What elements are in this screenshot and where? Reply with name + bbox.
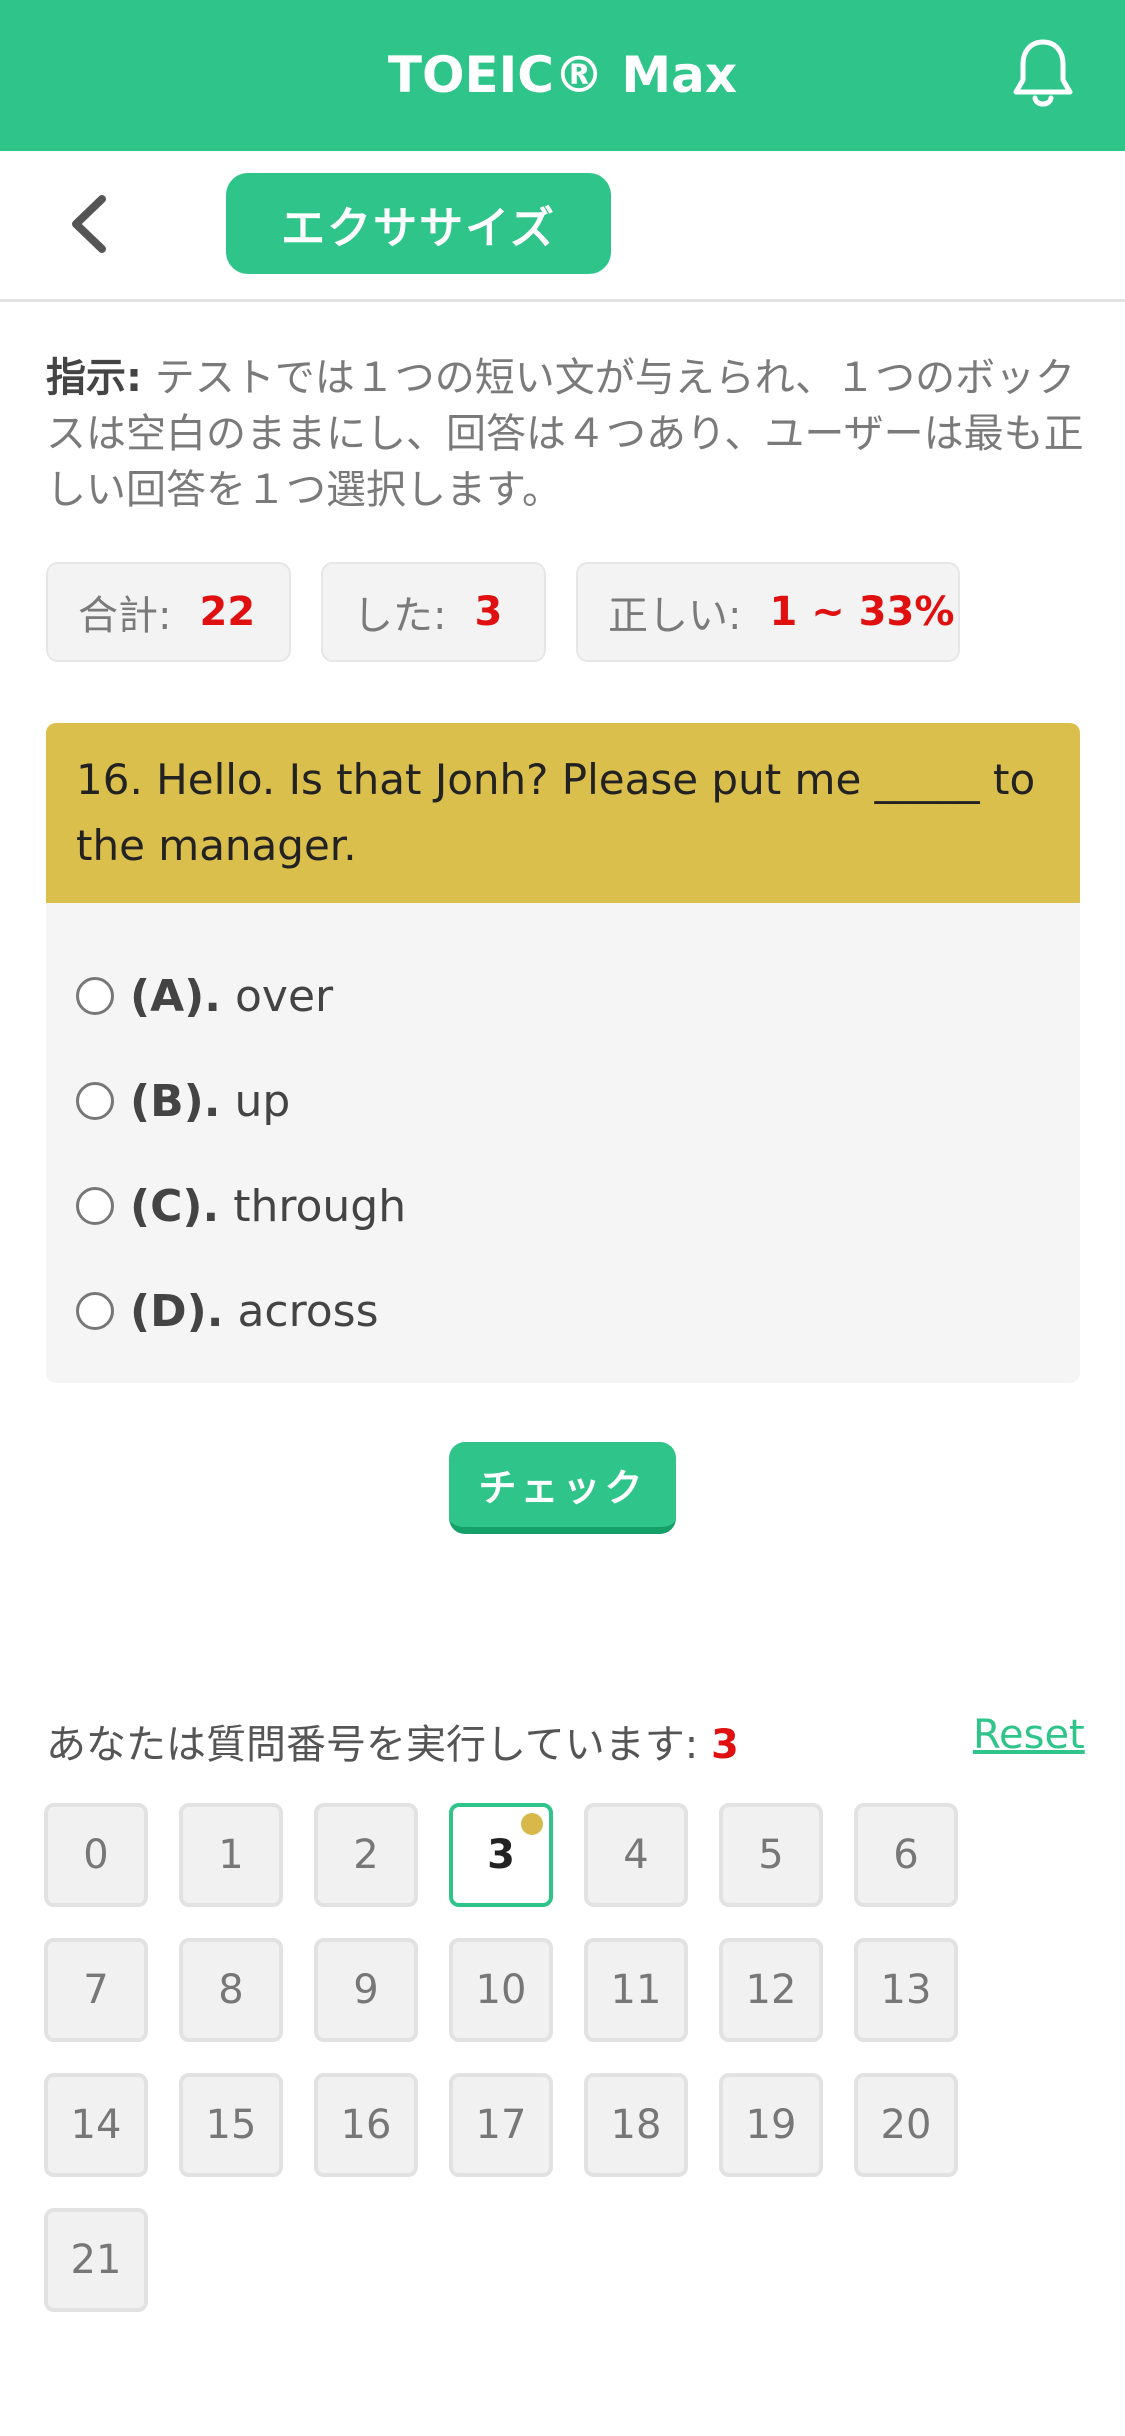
- question-number-label: 11: [610, 1967, 662, 2013]
- question-number-button[interactable]: 4: [584, 1803, 688, 1907]
- option-c[interactable]: (C). through: [76, 1171, 406, 1241]
- question-number-label: 19: [745, 2102, 797, 2148]
- question-number-label: 16: [340, 2102, 392, 2148]
- stat-done-label: した:: [353, 593, 447, 639]
- question-number-label: 15: [205, 2102, 257, 2148]
- question-number-label: 13: [880, 1967, 932, 2013]
- question-card: 16. Hello. Is that Jonh? Please put me _…: [46, 723, 1080, 1383]
- radio-button[interactable]: [76, 1187, 114, 1225]
- question-number-button[interactable]: 19: [719, 2073, 823, 2177]
- progress-line: あなたは質問番号を実行しています: 3: [46, 1712, 739, 1770]
- question-number-label: 20: [880, 2102, 932, 2148]
- option-a[interactable]: (A). over: [76, 961, 333, 1031]
- question-number-label: 12: [745, 1967, 797, 2013]
- radio-button[interactable]: [76, 1292, 114, 1330]
- option-letter: (C).: [130, 1180, 220, 1232]
- question-number-button[interactable]: 9: [314, 1938, 418, 2042]
- question-number-button[interactable]: 18: [584, 2073, 688, 2177]
- stat-correct-value: 1 ~ 33%: [769, 589, 955, 635]
- option-letter: (B).: [130, 1075, 221, 1127]
- stat-total-label: 合計:: [78, 593, 172, 639]
- radio-button[interactable]: [76, 1082, 114, 1120]
- question-number-label: 8: [218, 1967, 244, 2013]
- question-number-button[interactable]: 6: [854, 1803, 958, 1907]
- stat-correct-label: 正しい:: [608, 593, 742, 639]
- question-number-button[interactable]: 11: [584, 1938, 688, 2042]
- question-number-button[interactable]: 12: [719, 1938, 823, 2042]
- question-number-label: 0: [83, 1832, 109, 1878]
- option-text: over: [235, 970, 334, 1022]
- question-number-button[interactable]: 7: [44, 1938, 148, 2042]
- option-b[interactable]: (B). up: [76, 1066, 290, 1136]
- question-number-label: 2: [353, 1832, 379, 1878]
- question-number-label: 3: [487, 1832, 515, 1878]
- instruction-label: 指示:: [46, 355, 142, 401]
- instruction-body: テストでは１つの短い文が与えられ、１つのボックスは空白のままにし、回答は４つあり…: [46, 355, 1084, 513]
- tab-exercise[interactable]: エクササイズ: [226, 173, 611, 274]
- bell-icon[interactable]: [1010, 36, 1076, 112]
- option-text: through: [233, 1180, 407, 1232]
- question-number-button[interactable]: 10: [449, 1938, 553, 2042]
- question-number-button[interactable]: 8: [179, 1938, 283, 2042]
- question-number-button[interactable]: 3: [449, 1803, 553, 1907]
- question-number-label: 5: [758, 1832, 784, 1878]
- question-number-label: 7: [83, 1967, 109, 2013]
- question-number-label: 14: [70, 2102, 122, 2148]
- reset-link[interactable]: Reset: [973, 1712, 1085, 1758]
- question-number-button[interactable]: 21: [44, 2208, 148, 2312]
- stat-total-value: 22: [199, 589, 256, 635]
- app-title: TOEIC® Max: [387, 46, 738, 104]
- question-number-button[interactable]: 2: [314, 1803, 418, 1907]
- stat-correct: 正しい: 1 ~ 33%: [576, 562, 960, 662]
- question-text: 16. Hello. Is that Jonh? Please put me _…: [46, 723, 1080, 903]
- question-number-label: 18: [610, 2102, 662, 2148]
- stat-done-value: 3: [474, 589, 503, 635]
- progress-label: あなたは質問番号を実行しています:: [46, 1722, 699, 1768]
- current-marker-dot: [521, 1813, 543, 1835]
- question-number-label: 6: [893, 1832, 919, 1878]
- option-d[interactable]: (D). across: [76, 1276, 379, 1346]
- option-text: up: [234, 1075, 291, 1127]
- check-button[interactable]: チェック: [449, 1442, 676, 1534]
- question-number-button[interactable]: 17: [449, 2073, 553, 2177]
- question-number-button[interactable]: 16: [314, 2073, 418, 2177]
- question-number-button[interactable]: 15: [179, 2073, 283, 2177]
- option-letter: (D).: [130, 1285, 224, 1337]
- question-number-button[interactable]: 14: [44, 2073, 148, 2177]
- question-number-button[interactable]: 5: [719, 1803, 823, 1907]
- question-number-label: 9: [353, 1967, 379, 2013]
- question-number-button[interactable]: 0: [44, 1803, 148, 1907]
- chevron-left-icon[interactable]: [62, 189, 122, 259]
- option-text: across: [237, 1285, 379, 1337]
- option-letter: (A).: [130, 970, 221, 1022]
- question-number-button[interactable]: 13: [854, 1938, 958, 2042]
- question-number-label: 4: [623, 1832, 649, 1878]
- question-number-button[interactable]: 1: [179, 1803, 283, 1907]
- sub-toolbar: エクササイズ: [0, 151, 1125, 302]
- question-number-label: 10: [475, 1967, 527, 2013]
- stat-done: した: 3: [321, 562, 546, 662]
- instruction-text: 指示: テストでは１つの短い文が与えられ、１つのボックスは空白のままにし、回答は…: [46, 350, 1086, 518]
- radio-button[interactable]: [76, 977, 114, 1015]
- question-number-label: 21: [70, 2237, 122, 2283]
- question-number-button[interactable]: 20: [854, 2073, 958, 2177]
- progress-current: 3: [711, 1722, 739, 1768]
- stat-total: 合計: 22: [46, 562, 291, 662]
- question-number-label: 1: [218, 1832, 244, 1878]
- question-number-label: 17: [475, 2102, 527, 2148]
- app-header: TOEIC® Max: [0, 0, 1125, 151]
